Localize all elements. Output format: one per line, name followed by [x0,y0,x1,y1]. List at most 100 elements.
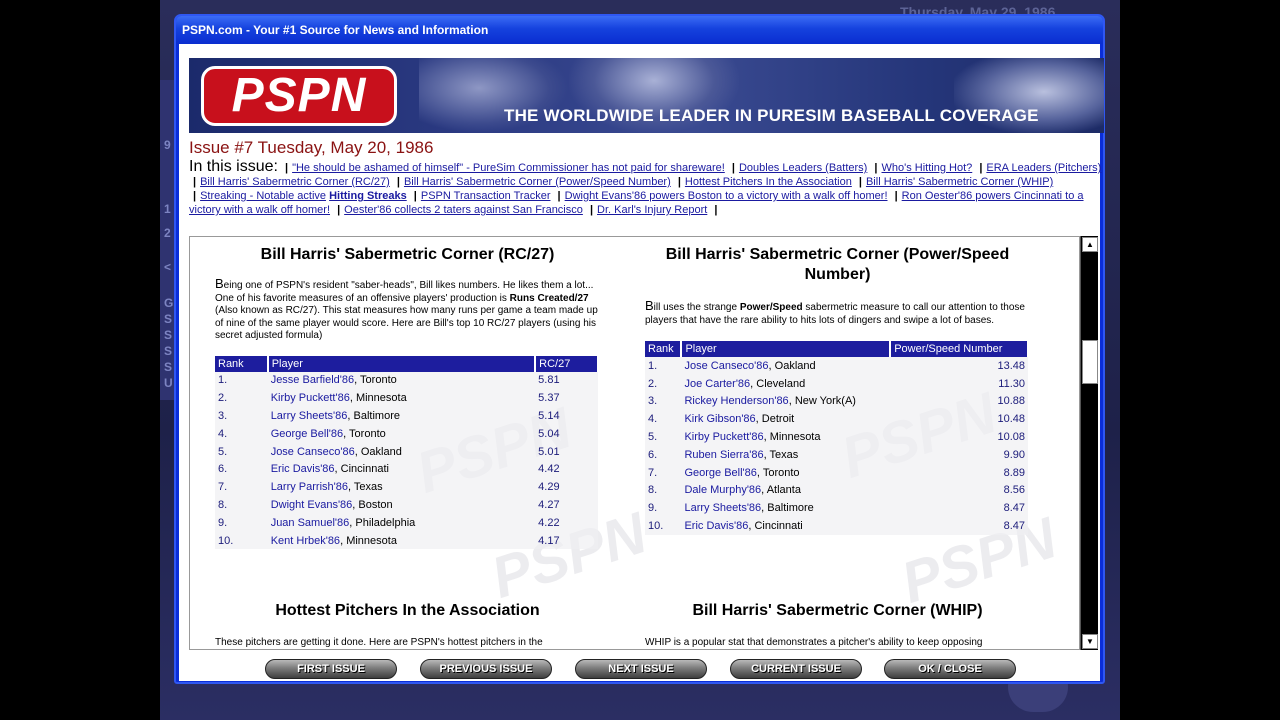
toc-link[interactable]: Bill Harris' Sabermetric Corner (WHIP) [866,176,1053,188]
table-row: 5. Kirby Puckett'86, Minnesota 10.08 [645,428,1028,446]
stat-value-cell: 9.90 [890,445,1028,464]
player-cell: Dwight Evans'86, Boston [267,496,536,514]
ok-close-button[interactable]: OK / CLOSE [884,659,1016,679]
player-link[interactable]: Larry Parrish'86 [271,481,348,493]
table-row: 6. Eric Davis'86, Cincinnati 4.42 [215,460,598,479]
scroll-thumb[interactable] [1082,340,1098,384]
rank-cell: 3. [645,392,682,411]
window-titlebar[interactable]: PSPN.com - Your #1 Source for News and I… [176,16,1103,44]
player-link[interactable]: Jose Canseco'86 [684,360,768,372]
table-row: 6. Ruben Sierra'86, Texas 9.90 [645,445,1028,464]
player-link[interactable]: Larry Sheets'86 [684,502,761,514]
player-link[interactable]: George Bell'86 [684,467,756,479]
player-cell: Larry Parrish'86, Texas [267,478,536,497]
first-issue-button[interactable]: FIRST ISSUE [265,659,397,679]
player-link[interactable]: Kirby Puckett'86 [271,392,350,404]
player-link[interactable]: Larry Sheets'86 [271,410,348,422]
toc-link[interactable]: Dwight Evans'86 powers Boston to a victo… [565,190,888,202]
table-row: 7. George Bell'86, Toronto 8.89 [645,463,1028,482]
table-row: 10. Eric Davis'86, Cincinnati 8.47 [645,517,1028,535]
article-content[interactable]: PSPN PSPN PSPN PSPN Bill Harris' Saberme… [189,236,1080,650]
toc-link[interactable]: Dr. Karl's Injury Report [597,204,707,216]
team-name: Minnesota [769,431,821,444]
toc-link[interactable]: Hitting Streaks [329,190,407,202]
previous-issue-button[interactable]: PREVIOUS ISSUE [420,659,552,679]
player-link[interactable]: George Bell'86 [271,428,343,440]
window-client: PSPN THE WORLDWIDE LEADER IN PURESIM BAS… [179,44,1104,681]
stat-value-cell: 8.47 [890,499,1028,518]
toc-link[interactable]: ERA Leaders (Pitchers) [986,162,1101,174]
background-letter: 1 [164,202,171,216]
intro-bold: Runs Created/27 [509,292,589,304]
player-link[interactable]: Kirk Gibson'86 [684,413,755,425]
stat-value-cell: 8.56 [890,481,1028,500]
table-row: 4. Kirk Gibson'86, Detroit 10.48 [645,410,1028,429]
toc-link[interactable]: Bill Harris' Sabermetric Corner (RC/27) [200,176,390,188]
player-link[interactable]: Ruben Sierra'86 [684,449,763,461]
team-name: Texas [353,481,383,494]
toc-link[interactable]: Doubles Leaders (Batters) [739,162,867,174]
player-link[interactable]: Kirby Puckett'86 [684,431,763,443]
issue-header: Issue #7 Tuesday, May 20, 1986 [189,138,434,157]
power-speed-table: Rank Player Power/Speed Number 1. Jose Ca… [645,341,1029,535]
player-link[interactable]: Eric Davis'86 [271,463,335,475]
player-link[interactable]: Dale Murphy'86 [684,484,761,496]
pspn-logo: PSPN [201,66,397,126]
player-link[interactable]: Dwight Evans'86 [271,499,353,511]
player-cell: Larry Sheets'86, Baltimore [267,407,536,425]
stat-value-cell: 11.30 [890,374,1028,393]
rank-cell: 4. [215,424,268,443]
background-letter: U [164,376,173,390]
player-cell: Kirby Puckett'86, Minnesota [267,389,536,408]
column-header: Player [681,341,892,357]
vertical-scrollbar[interactable]: ▲ ▼ [1080,236,1098,650]
table-row: 5. Jose Canseco'86, Oakland 5.01 [215,442,598,461]
table-row: 3. Larry Sheets'86, Baltimore 5.14 [215,407,598,425]
toc-link[interactable]: "He should be ashamed of himself" - Pure… [292,162,725,174]
team-name: Cincinnati [340,463,389,476]
table-row: 1. Jesse Barfield'86, Toronto 5.81 [215,371,598,390]
player-link[interactable]: Juan Samuel'86 [271,517,350,529]
toc-link[interactable]: Bill Harris' Sabermetric Corner (Power/S… [404,176,671,188]
stat-value-cell: 5.37 [535,389,598,408]
team-name: Toronto [349,427,386,440]
player-cell: Jesse Barfield'86, Toronto [267,371,536,390]
stat-value-cell: 8.89 [890,463,1028,482]
scroll-down-icon[interactable]: ▼ [1082,634,1098,649]
table-of-contents: In this issue: | "He should be ashamed of… [189,158,1102,217]
team-name: Cincinnati [754,520,803,533]
rank-cell: 3. [215,407,268,425]
player-link[interactable]: Rickey Henderson'86 [684,395,788,407]
section-intro: Bill uses the strange Power/Speed saberm… [645,299,1030,327]
player-link[interactable]: Jose Canseco'86 [271,446,355,458]
background-letter: S [164,328,173,342]
scroll-up-icon[interactable]: ▲ [1082,237,1098,252]
hottest-pitchers-section: Hottest Pitchers In the Association Thes… [215,601,600,649]
toc-link[interactable]: Streaking - Notable active [200,190,326,202]
player-link[interactable]: Kent Hrbek'86 [271,535,340,547]
table-row: 10. Kent Hrbek'86, Minnesota 4.17 [215,531,598,550]
rank-cell: 8. [645,481,682,500]
rc27-section: Bill Harris' Sabermetric Corner (RC/27) … [215,245,600,550]
player-link[interactable]: Jesse Barfield'86 [271,374,354,386]
toc-link[interactable]: Hottest Pitchers In the Association [685,176,852,188]
toc-label: In this issue: [189,158,278,175]
column-header: RC/27 [535,355,599,372]
toc-link[interactable]: PSPN Transaction Tracker [421,190,551,202]
current-issue-button[interactable]: CURRENT ISSUE [730,659,862,679]
team-name: Oakland [360,445,402,458]
background-letter: < [164,260,172,274]
stat-value-cell: 5.01 [535,442,598,461]
background-letter: S [164,344,173,358]
player-link[interactable]: Joe Carter'86 [684,378,750,390]
next-issue-button[interactable]: NEXT ISSUE [575,659,707,679]
toc-link[interactable]: Who's Hitting Hot? [882,162,973,174]
rank-cell: 6. [645,445,682,464]
toc-link[interactable]: Oester'86 collects 2 taters against San … [344,204,583,216]
team-name: Oakland [774,359,816,372]
stat-value-cell: 10.88 [890,392,1028,411]
player-link[interactable]: Eric Davis'86 [684,520,748,532]
rank-cell: 6. [215,460,268,479]
team-name: Boston [358,498,393,511]
team-name: Philadelphia [355,516,416,529]
